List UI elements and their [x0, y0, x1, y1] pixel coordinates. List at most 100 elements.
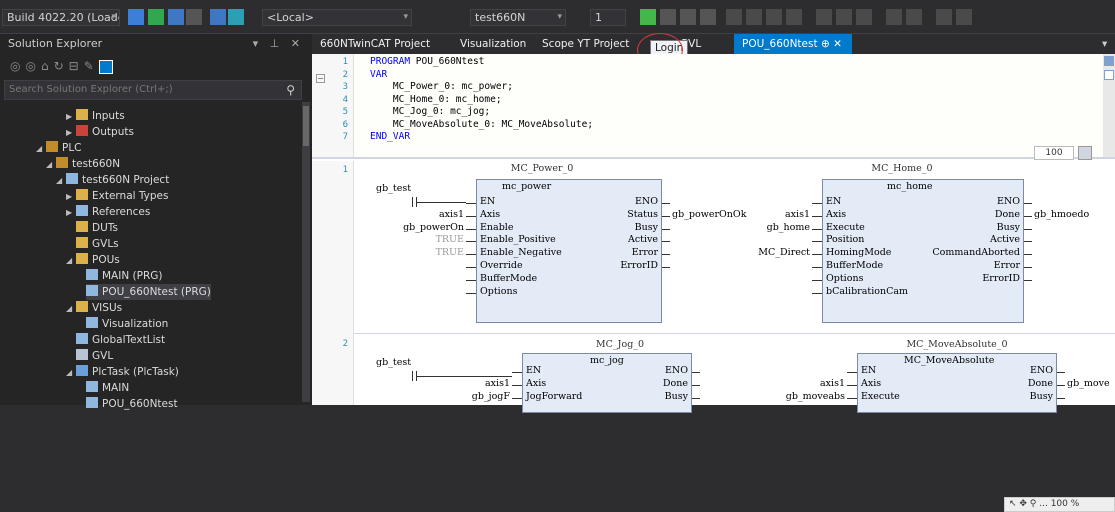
- fb-output-pin[interactable]: ENO: [566, 196, 658, 207]
- input-variable[interactable]: MC_Direct: [732, 247, 810, 258]
- cfc-zoom-toolbar[interactable]: ↖ ✥ ⚲ ... 100 %: [1004, 497, 1115, 512]
- code-line[interactable]: MC_MoveAbsolute_0: MC_MoveAbsolute;: [370, 119, 593, 130]
- properties-icon[interactable]: ✎: [84, 59, 99, 73]
- layout-icon[interactable]: [936, 9, 952, 25]
- tree-item-pous[interactable]: ◢ POUs: [66, 252, 120, 268]
- tree-scrollbar[interactable]: [302, 102, 310, 402]
- scroll-thumb[interactable]: [303, 106, 309, 146]
- tree-item-main-prg[interactable]: MAIN (PRG): [86, 268, 163, 284]
- logout-icon[interactable]: [700, 9, 716, 25]
- tree-item-gvl[interactable]: GVL: [76, 348, 113, 364]
- zoom-icon[interactable]: [1078, 146, 1092, 160]
- search-icon[interactable]: ⚲: [286, 81, 295, 99]
- declaration-editor[interactable]: − 1 PROGRAM POU_660Ntest 2 VAR 3 MC_Power_0:…: [312, 54, 1115, 160]
- activate-config-icon[interactable]: [128, 9, 144, 25]
- fb-input-pin[interactable]: Options: [826, 273, 863, 284]
- collapse-icon[interactable]: ◢: [66, 253, 76, 269]
- tree-item-task-main[interactable]: MAIN: [86, 380, 129, 396]
- fb-input-pin[interactable]: EN: [861, 365, 876, 376]
- search-input[interactable]: Search Solution Explorer (Ctrl+;) ⚲: [4, 80, 302, 100]
- input-variable[interactable]: gb_home: [732, 222, 810, 233]
- expand-icon[interactable]: ▶: [66, 125, 76, 141]
- project-selector[interactable]: test660N ▾: [470, 9, 566, 26]
- input-variable[interactable]: axis1: [732, 209, 810, 220]
- fb-input-pin[interactable]: Enable_Positive: [480, 234, 556, 245]
- fb-input-pin[interactable]: Axis: [861, 378, 881, 389]
- config-mode-icon[interactable]: [168, 9, 184, 25]
- instance-selector[interactable]: 1: [590, 9, 626, 26]
- login-icon[interactable]: [640, 9, 656, 25]
- fb-instance-name[interactable]: MC_Power_0: [502, 163, 582, 174]
- fb-instance-name[interactable]: MC_Home_0: [857, 163, 947, 174]
- zoom-input[interactable]: 100: [1034, 146, 1074, 160]
- collapse-icon[interactable]: ◢: [66, 365, 76, 381]
- collapse-icon[interactable]: ⊟: [69, 59, 84, 73]
- input-variable[interactable]: TRUE: [386, 234, 464, 245]
- tab-visualization[interactable]: Visualization: [452, 34, 534, 54]
- fb-input-pin[interactable]: Override: [480, 260, 523, 271]
- breakpoint-icon[interactable]: [726, 9, 742, 25]
- fb-output-pin[interactable]: CommandAborted: [928, 247, 1020, 258]
- fb-input-pin[interactable]: EN: [480, 196, 495, 207]
- code-line[interactable]: MC_Home_0: mc_home;: [370, 94, 502, 105]
- collapse-icon[interactable]: ◢: [36, 141, 46, 157]
- tree-item-test660n-project[interactable]: ◢ test660N Project: [56, 172, 169, 188]
- fb-input-pin[interactable]: Axis: [480, 209, 500, 220]
- fb-output-pin[interactable]: Error: [566, 247, 658, 258]
- tab-twincat-project[interactable]: 660NTwinCAT Project: [312, 34, 438, 54]
- fb-output-pin[interactable]: ENO: [961, 365, 1053, 376]
- fb-output-pin[interactable]: Busy: [961, 391, 1053, 402]
- tree-item-visus[interactable]: ◢ VISUs: [66, 300, 122, 316]
- fb-input-pin[interactable]: BufferMode: [826, 260, 883, 271]
- fb-input-pin[interactable]: Enable_Negative: [480, 247, 562, 258]
- fb-input-pin[interactable]: Execute: [861, 391, 900, 402]
- output-variable[interactable]: gb_move: [1067, 378, 1110, 389]
- tab-overflow-icon[interactable]: ▾: [1094, 34, 1115, 54]
- fb-input-pin[interactable]: Axis: [826, 209, 846, 220]
- fb-input-pin[interactable]: Execute: [826, 222, 865, 233]
- contact-variable[interactable]: gb_test: [376, 183, 411, 194]
- tree-item-pou-660ntest[interactable]: POU_660Ntest (PRG): [86, 284, 211, 300]
- tree-item-test660n[interactable]: ◢ test660N: [46, 156, 120, 172]
- comment-icon[interactable]: [886, 9, 902, 25]
- preview-icon[interactable]: [98, 59, 113, 74]
- fb-input-pin[interactable]: Enable: [480, 222, 513, 233]
- fb-output-pin[interactable]: Busy: [596, 391, 688, 402]
- stop-icon[interactable]: [680, 9, 696, 25]
- contact-variable[interactable]: gb_test: [376, 357, 411, 368]
- unforce-icon[interactable]: [856, 9, 872, 25]
- output-variable[interactable]: gb_hmoedo: [1034, 209, 1089, 220]
- fb-instance-name[interactable]: MC_MoveAbsolute_0: [897, 339, 1017, 350]
- pin-icon[interactable]: ⊕: [821, 38, 830, 50]
- fb-output-pin[interactable]: Done: [928, 209, 1020, 220]
- input-variable[interactable]: TRUE: [386, 247, 464, 258]
- step-out-icon[interactable]: [786, 9, 802, 25]
- grid-icon[interactable]: [956, 9, 972, 25]
- input-variable[interactable]: gb_jogF: [432, 391, 510, 402]
- target-browser-icon[interactable]: [210, 9, 226, 25]
- restart-runtime-icon[interactable]: [148, 9, 164, 25]
- declaration-scrollbar[interactable]: [1103, 54, 1115, 157]
- tree-item-outputs[interactable]: ▶ Outputs: [66, 124, 134, 140]
- tree-item-references[interactable]: ▶ References: [66, 204, 150, 220]
- close-icon[interactable]: ✕: [833, 38, 842, 50]
- code-line[interactable]: END_VAR: [370, 131, 410, 142]
- code-line[interactable]: MC_Power_0: mc_power;: [370, 81, 513, 92]
- online-view-icon[interactable]: [228, 9, 244, 25]
- start-icon[interactable]: [660, 9, 676, 25]
- fb-output-pin[interactable]: Busy: [566, 222, 658, 233]
- forward-icon[interactable]: ◎: [25, 59, 40, 73]
- tree-item-duts[interactable]: DUTs: [76, 220, 118, 236]
- fb-output-pin[interactable]: ErrorID: [566, 260, 658, 271]
- scan-icon[interactable]: [186, 9, 202, 25]
- fb-output-pin[interactable]: Error: [928, 260, 1020, 271]
- cfc-editor[interactable]: 1 2 MC_Power_0 mc_power EN Axis Enable Enab…: [312, 161, 1115, 512]
- fb-output-pin[interactable]: Done: [961, 378, 1053, 389]
- input-variable[interactable]: gb_moveabs: [767, 391, 845, 402]
- expand-icon[interactable]: ▶: [66, 189, 76, 205]
- target-system-selector[interactable]: <Local> ▾: [262, 9, 412, 26]
- expand-icon[interactable]: ▶: [66, 109, 76, 125]
- code-line[interactable]: MC_Jog_0: mc_jog;: [370, 106, 490, 117]
- step-into-icon[interactable]: [766, 9, 782, 25]
- tree-item-visualization[interactable]: Visualization: [86, 316, 168, 332]
